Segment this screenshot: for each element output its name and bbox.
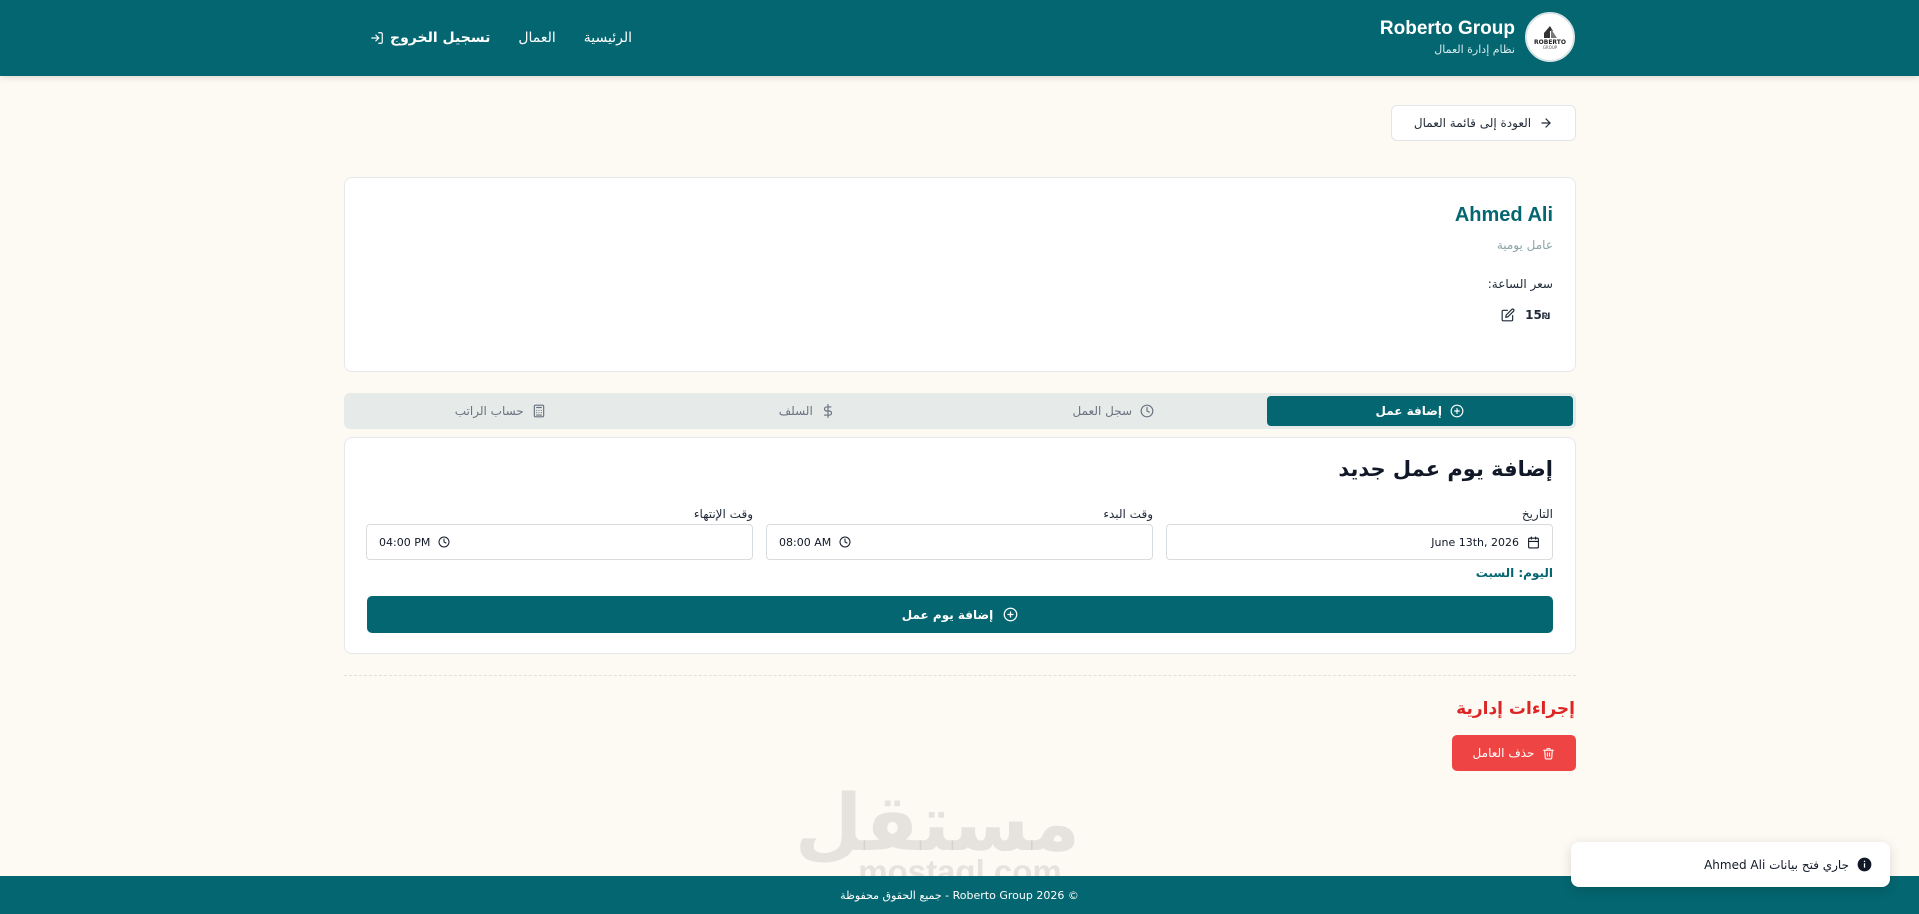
calendar-icon [1528, 536, 1539, 548]
clock-icon [438, 536, 450, 548]
brand-subtitle: نظام إدارة العمال [1434, 43, 1515, 56]
clock-icon [839, 536, 851, 548]
tab-add-work[interactable]: إضافة عمل [1266, 396, 1573, 426]
section-divider [344, 675, 1576, 676]
hourly-rate-label: سعر الساعة: [1487, 277, 1553, 291]
trash-icon [1543, 747, 1555, 759]
worker-tabs: إضافة عمل سجل العمل السلف حساب الراتب [344, 393, 1576, 429]
watermark: مستقل mostaql.com [794, 779, 1080, 888]
start-time-label: وقت البدء [1103, 507, 1153, 521]
worker-type: عامل يومية [1496, 238, 1553, 252]
nav-workers-label: العمال [518, 30, 556, 46]
tab-salary[interactable]: حساب الراتب [347, 396, 654, 426]
date-label: التاريخ [1521, 507, 1553, 521]
hourly-rate-value: 15₪ [1525, 308, 1553, 322]
delete-worker-button[interactable]: حذف العامل [1452, 735, 1576, 771]
clock-icon [1140, 404, 1154, 418]
edit-rate-button[interactable] [1501, 308, 1515, 322]
brand-title: Roberto Group [1379, 18, 1515, 39]
plus-circle-icon [1450, 404, 1464, 418]
end-time-value: 04:00 PM [379, 535, 431, 549]
delete-worker-label: حذف العامل [1472, 746, 1535, 760]
logout-label: تسجيل الخروج [390, 30, 491, 46]
toast-message: جاري فتح بيانات Ahmed Ali [1704, 857, 1849, 872]
nav-home-label: الرئيسية [583, 30, 633, 46]
tab-work-log-label: سجل العمل [1072, 404, 1133, 418]
arrow-right-icon [1541, 118, 1551, 128]
tab-advances-label: السلف [778, 404, 813, 418]
company-logo: ROBERTO GROUP [1525, 12, 1575, 62]
logout-icon [371, 32, 383, 44]
nav-workers[interactable]: العمال [518, 30, 555, 46]
info-icon [1857, 857, 1872, 872]
brand-text: Roberto Group نظام إدارة العمال [1380, 18, 1515, 56]
toast-notification: جاري فتح بيانات Ahmed Ali [1571, 842, 1890, 887]
copyright-text: © 2026 Roberto Group - جميع الحقوق محفوظ… [840, 888, 1079, 902]
dollar-icon [823, 404, 832, 418]
date-picker[interactable]: June 13th, 2026 [1166, 524, 1553, 560]
back-to-workers-button[interactable]: العودة إلى قائمة العمال [1391, 105, 1576, 141]
start-time-input[interactable]: 08:00 AM [766, 524, 1153, 560]
main-nav: تسجيل الخروج العمال الرئيسية [370, 0, 632, 76]
tab-salary-label: حساب الراتب [454, 404, 524, 418]
hourly-rate-row: 15₪ [1501, 308, 1553, 322]
logo-mark-icon [1544, 25, 1557, 38]
calculator-icon [533, 404, 544, 418]
currency-symbol: ₪ [1541, 312, 1550, 322]
start-time-value: 08:00 AM [779, 535, 832, 549]
plus-circle-icon [1003, 607, 1018, 622]
add-work-day-button[interactable]: إضافة يوم عمل [367, 596, 1553, 633]
form-title: إضافة يوم عمل جديد [1338, 457, 1553, 481]
top-header: ROBERTO GROUP Roberto Group نظام إدارة ا… [0, 0, 1919, 76]
add-work-day-form: إضافة يوم عمل جديد التاريخ June 13th, 20… [344, 437, 1576, 654]
worker-name: Ahmed Ali [1454, 204, 1553, 226]
logo-subtext: GROUP [1542, 44, 1558, 50]
logout-link[interactable]: تسجيل الخروج [370, 30, 490, 46]
tab-add-work-label: إضافة عمل [1375, 404, 1442, 418]
nav-home[interactable]: الرئيسية [584, 30, 632, 46]
add-work-day-label: إضافة يوم عمل [901, 607, 994, 622]
watermark-arabic: مستقل [794, 779, 1080, 869]
edit-icon [1501, 308, 1515, 322]
end-time-input[interactable]: 04:00 PM [366, 524, 753, 560]
tab-advances[interactable]: السلف [654, 396, 961, 426]
worker-info-card: Ahmed Ali عامل يومية سعر الساعة: 15₪ [344, 177, 1576, 372]
date-value: June 13th, 2026 [1431, 535, 1519, 549]
admin-actions-title: إجراءات إدارية [1456, 699, 1575, 719]
weekday-label: اليوم: السبت [1475, 566, 1553, 580]
back-button-label: العودة إلى قائمة العمال [1413, 116, 1532, 130]
hourly-rate-number: 15 [1525, 308, 1542, 322]
end-time-label: وقت الإنتهاء [693, 507, 753, 521]
brand[interactable]: ROBERTO GROUP Roberto Group نظام إدارة ا… [1380, 12, 1575, 62]
tab-work-log[interactable]: سجل العمل [960, 396, 1267, 426]
